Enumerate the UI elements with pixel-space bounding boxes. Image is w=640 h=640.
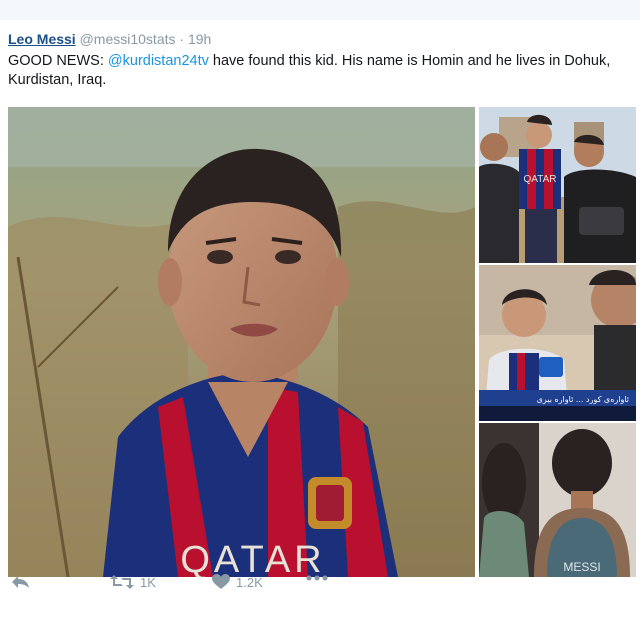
news-ticker: ئاوارەی کورد ... ئاوارە بیری	[537, 395, 629, 404]
reply-icon	[10, 574, 30, 590]
like-count: 1.2K	[236, 574, 263, 590]
heart-icon	[212, 574, 230, 590]
tweet-text-intro: GOOD NEWS:	[8, 53, 108, 69]
media-grid: QATAR QATAR ئاوارەی کورد ... ئاوارە بیری…	[8, 107, 636, 577]
like-button[interactable]: 1.2K	[212, 574, 263, 590]
reply-button[interactable]	[10, 574, 30, 590]
more-button[interactable]	[306, 574, 328, 582]
thumbnail-photo-1[interactable]: QATAR	[479, 107, 636, 263]
thumb1-shirt-sponsor: QATAR	[524, 174, 557, 185]
thumbnail-photo-3[interactable]: MESSI	[479, 423, 636, 577]
tweet-actions: 1K 1.2K	[0, 574, 640, 594]
header-separator: ·	[179, 31, 185, 47]
tweet-text: GOOD NEWS: @kurdistan24tv have found thi…	[8, 52, 628, 90]
more-icon	[306, 574, 328, 582]
author-handle[interactable]: @messi10stats	[80, 31, 176, 47]
main-photo[interactable]: QATAR	[8, 107, 475, 577]
author-name[interactable]: Leo Messi	[8, 31, 76, 47]
retweet-count: 1K	[140, 574, 156, 590]
main-shirt-sponsor: QATAR	[180, 539, 325, 577]
retweet-icon	[110, 574, 134, 590]
thumbnail-photo-2[interactable]: ئاوارەی کورد ... ئاوارە بیری	[479, 265, 636, 421]
retweet-button[interactable]: 1K	[110, 574, 156, 590]
tweet-timestamp[interactable]: 19h	[188, 31, 211, 47]
thumb3-shirt-name: MESSI	[563, 560, 600, 574]
tweet-card: Leo Messi @messi10stats · 19h GOOD NEWS:…	[0, 20, 640, 640]
tweet-header: Leo Messi @messi10stats · 19h	[8, 30, 211, 48]
mention-link[interactable]: @kurdistan24tv	[108, 53, 209, 69]
